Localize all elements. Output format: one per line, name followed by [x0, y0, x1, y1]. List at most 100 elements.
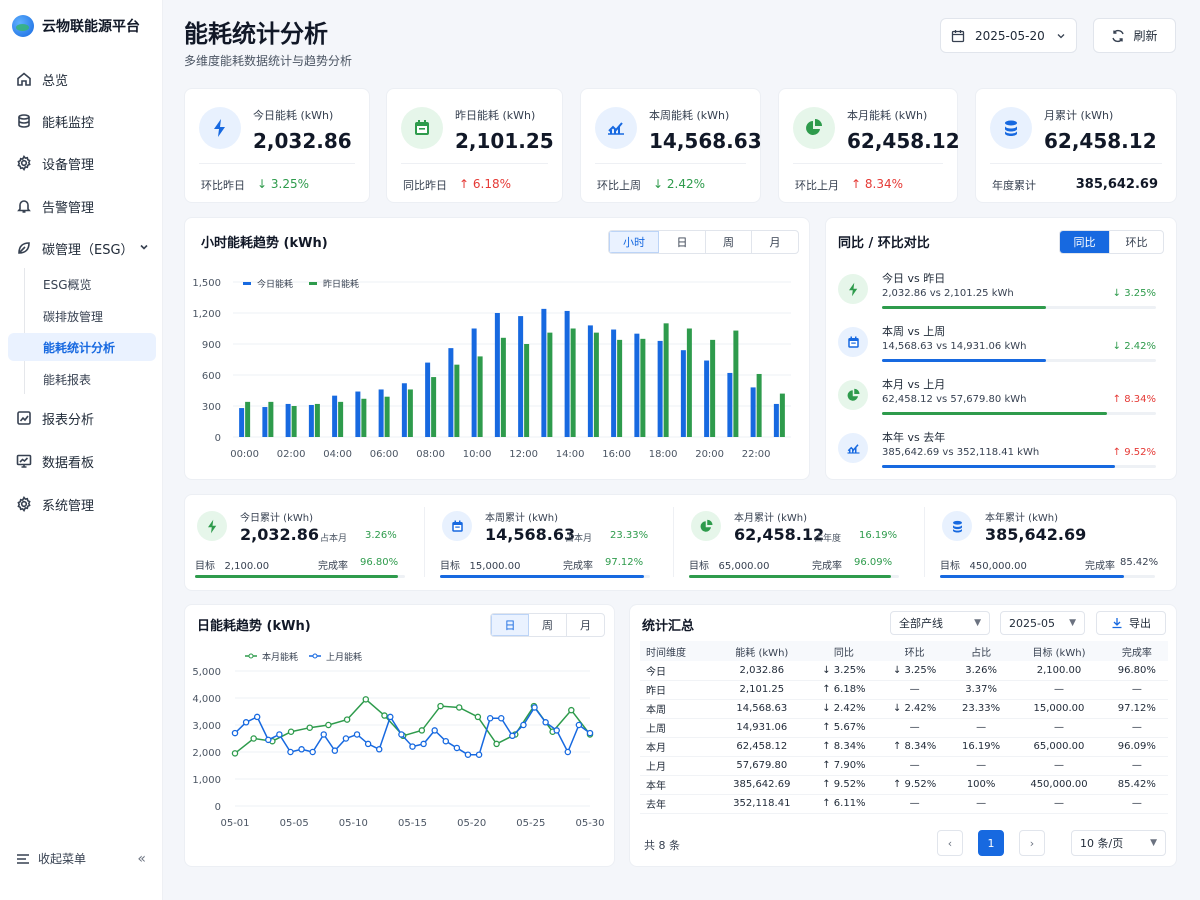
bar-today	[727, 372, 733, 437]
data-point	[455, 704, 463, 711]
date-picker[interactable]: 2025-05-20	[940, 18, 1077, 53]
tab-hour[interactable]: 小时	[609, 231, 659, 253]
next-page-button[interactable]: ›	[1019, 830, 1045, 856]
table-cell: 今日	[640, 661, 716, 681]
x-tick-label: 20:00	[695, 449, 724, 460]
cumulative-icon	[691, 511, 721, 541]
sidebar-item-label: 告警管理	[42, 200, 95, 216]
tab-mom[interactable]: 环比	[1110, 231, 1163, 253]
sidebar-item-dashboard[interactable]: 数据看板	[8, 446, 156, 476]
compare-row-values: 385,642.69 vs 352,118.41 kWh	[882, 447, 1040, 458]
legend-swatch	[243, 282, 251, 285]
data-point	[364, 740, 372, 748]
sidebar-item-system[interactable]: 系统管理	[8, 489, 156, 519]
tab-week[interactable]: 周	[529, 614, 567, 636]
tab-day[interactable]: 日	[491, 614, 529, 636]
sidebar-item-devices[interactable]: 设备管理	[8, 148, 156, 178]
calendar-icon	[951, 29, 965, 42]
sidebar-sub-carbon[interactable]: 碳排放管理	[8, 302, 156, 330]
tab-month[interactable]: 月	[567, 614, 604, 636]
chevron-down-icon	[140, 244, 148, 250]
table-cell: 16.19%	[949, 737, 1013, 757]
sidebar-item-label: 设备管理	[42, 157, 95, 173]
x-tick-label: 22:00	[742, 449, 771, 460]
table-cell: —	[1012, 756, 1106, 776]
page-size-value: 10 条/页	[1080, 837, 1124, 850]
refresh-button[interactable]: 刷新	[1093, 18, 1176, 53]
table-cell: 85.42%	[1105, 775, 1168, 795]
data-point	[375, 746, 383, 753]
menu-icon	[17, 853, 29, 864]
brand[interactable]: 云物联能源平台	[12, 15, 140, 37]
y-tick-label: 4,000	[192, 694, 221, 705]
sidebar-item-esg[interactable]: 碳管理（ESG）	[8, 233, 156, 263]
table-cell: 62,458.12	[715, 737, 809, 757]
table-cell: 23.33%	[949, 699, 1013, 719]
data-point	[586, 729, 594, 737]
month-filter-select[interactable]: 2025-05 ▼	[1000, 611, 1085, 635]
pie-icon	[806, 119, 822, 135]
table-row: 上周 14,931.06 ↑ 5.67% — — — —	[640, 718, 1168, 738]
data-point	[265, 736, 272, 744]
sidebar-item-alarms[interactable]: 告警管理	[8, 191, 156, 221]
bell-icon	[17, 200, 31, 213]
export-button[interactable]: 导出	[1096, 611, 1166, 635]
app-name: 云物联能源平台	[42, 19, 140, 35]
data-point	[331, 747, 339, 754]
divider	[401, 163, 548, 164]
data-point	[309, 748, 316, 756]
compare-progress	[882, 412, 1156, 415]
bar-yesterday	[477, 356, 483, 437]
month-filter-value: 2025-05	[1009, 616, 1055, 630]
data-point	[553, 727, 560, 734]
kpi-foot-label: 环比上周	[597, 179, 641, 192]
sidebar-item-monitor[interactable]: 能耗监控	[8, 106, 156, 136]
divider	[424, 507, 425, 577]
page-1-button[interactable]: 1	[978, 830, 1004, 856]
summary-title: 统计汇总	[642, 619, 695, 634]
x-tick-label: 12:00	[509, 449, 538, 460]
compare-row-values: 62,458.12 vs 57,679.80 kWh	[882, 394, 1027, 405]
table-cell: 本月	[640, 737, 716, 757]
total-count: 共 8 条	[644, 839, 680, 852]
table-cell: 96.09%	[1105, 737, 1168, 757]
sidebar-item-overview[interactable]: 总览	[8, 64, 156, 94]
sidebar-sub-energy-stats[interactable]: 能耗统计分析	[8, 333, 156, 361]
table-cell: ↑ 8.34%	[808, 737, 880, 757]
kpi-icon	[199, 107, 241, 149]
table-cell: —	[1012, 718, 1106, 738]
compare-title: 同比 / 环比对比	[838, 236, 930, 251]
cumulative-value: 14,568.63	[485, 525, 576, 544]
tab-day[interactable]: 日	[659, 231, 706, 253]
sidebar-item-reports[interactable]: 报表分析	[8, 403, 156, 433]
sidebar-item-label: 报表分析	[42, 412, 95, 428]
data-point	[442, 737, 450, 745]
bar-today	[611, 329, 617, 437]
target-label: 目标	[440, 561, 460, 572]
divider	[990, 163, 1162, 164]
data-point	[276, 731, 283, 738]
line-filter-select[interactable]: 全部产线 ▼	[890, 611, 990, 635]
kpi-card: 本月能耗 (kWh) 62,458.12 环比上月 ↑ 8.34%	[778, 88, 960, 203]
sidebar-sub-esg-overview[interactable]: ESG概览	[8, 270, 156, 298]
y-tick-label: 0	[215, 802, 221, 813]
collapse-menu-button[interactable]: 收起菜单 «	[16, 850, 146, 867]
prev-page-button[interactable]: ‹	[937, 830, 963, 856]
data-point	[409, 743, 416, 750]
sidebar-item-label: 数据看板	[42, 455, 95, 471]
rate-label: 完成率	[318, 561, 348, 572]
daily-line-chart: 0 1,000 2,000 3,000 4,000 5,000 05-01 05-05 05-1…	[192, 651, 604, 829]
tab-week[interactable]: 周	[706, 231, 752, 253]
bar-yesterday	[663, 323, 669, 437]
page-size-select[interactable]: 10 条/页 ▼	[1071, 830, 1166, 856]
legend-marker	[248, 653, 254, 659]
kpi-label: 今日能耗 (kWh)	[253, 109, 334, 122]
tab-month[interactable]: 月	[752, 231, 798, 253]
legend-label: 昨日能耗	[323, 278, 359, 290]
data-point	[486, 715, 494, 722]
bar-today	[332, 395, 338, 437]
kpi-change: ↑ 6.18%	[459, 177, 511, 191]
tab-yoy[interactable]: 同比	[1060, 231, 1110, 253]
sidebar-sub-energy-report[interactable]: 能耗报表	[8, 365, 156, 393]
daily-trend-title: 日能耗趋势 (kWh)	[197, 619, 311, 634]
